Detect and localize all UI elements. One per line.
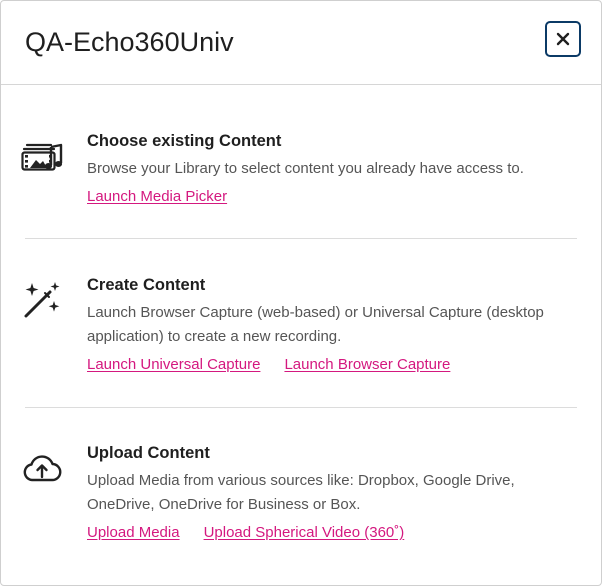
content-dialog: QA-Echo360Univ Choose existing Content B… — [0, 0, 602, 586]
section-description: Launch Browser Capture (web-based) or Un… — [87, 304, 544, 345]
upload-media-link[interactable]: Upload Media — [87, 523, 180, 543]
launch-universal-capture-link[interactable]: Launch Universal Capture — [87, 355, 260, 375]
section-heading: Choose existing Content — [87, 132, 282, 150]
section-divider — [25, 238, 577, 239]
cloud-upload-icon — [21, 447, 63, 489]
close-icon — [556, 32, 570, 46]
section-links: Launch Media Picker — [87, 187, 227, 207]
section-divider — [25, 407, 577, 408]
magic-wand-icon — [21, 279, 63, 321]
section-heading: Upload Content — [87, 444, 210, 462]
close-button[interactable] — [545, 21, 581, 57]
section-links: Launch Universal Capture Launch Browser … — [87, 355, 450, 375]
dialog-title: QA-Echo360Univ — [25, 27, 234, 57]
launch-browser-capture-link[interactable]: Launch Browser Capture — [284, 355, 450, 375]
section-links: Upload Media Upload Spherical Video (360… — [87, 523, 404, 543]
media-library-icon — [21, 135, 63, 177]
launch-media-picker-link[interactable]: Launch Media Picker — [87, 187, 227, 207]
section-heading: Create Content — [87, 276, 206, 294]
section-description: Browse your Library to select content yo… — [87, 160, 524, 177]
upload-spherical-video-link[interactable]: Upload Spherical Video (360˚) — [204, 523, 405, 543]
section-description: Upload Media from various sources like: … — [87, 472, 515, 513]
dialog-header: QA-Echo360Univ — [1, 1, 601, 85]
